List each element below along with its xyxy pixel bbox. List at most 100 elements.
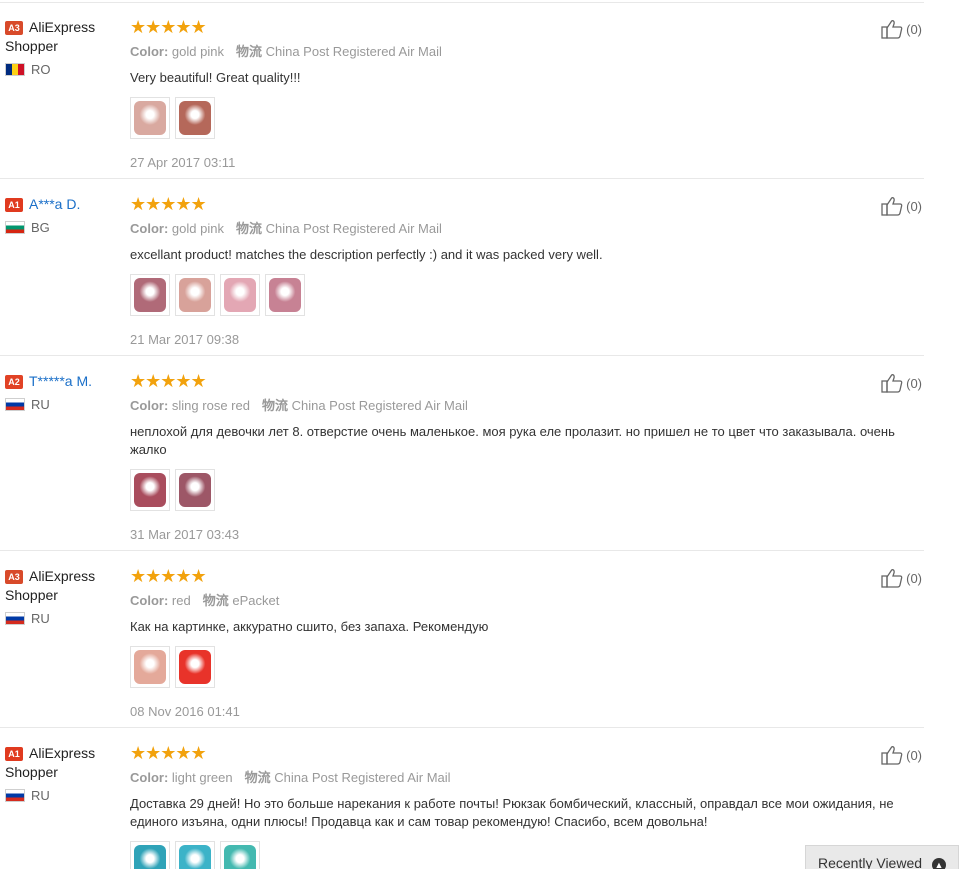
shipping-label: 物流	[235, 44, 262, 59]
color-value: gold pink	[171, 221, 224, 236]
reviewer-name-line: A3 AliExpress Shopper	[5, 18, 125, 56]
order-info: Color: light green 物流 China Post Register…	[130, 770, 910, 786]
review-content: ★★★★★ Color: sling rose red 物流 China Post …	[130, 372, 910, 542]
country-code: RU	[31, 611, 50, 626]
star-rating: ★★★★★	[130, 371, 207, 391]
recently-viewed-label: Recently Viewed	[818, 855, 923, 869]
star-rating: ★★★★★	[130, 743, 207, 763]
helpful-button[interactable]: (0)	[881, 745, 922, 765]
review-photo-thumbnail[interactable]	[130, 841, 170, 869]
review-content: ★★★★★ Color: gold pink 物流 China Post Regis…	[130, 18, 910, 170]
country-code: BG	[31, 220, 50, 235]
shipping-label: 物流	[202, 593, 229, 608]
buyer-level-badge: A1	[5, 747, 23, 761]
review-text: неплохой для девочки лет 8. отверстие оч…	[130, 424, 895, 457]
review-photo-thumbnail[interactable]	[130, 97, 170, 139]
star-rating: ★★★★★	[130, 194, 207, 214]
reviewer-country: RU	[5, 611, 125, 626]
shipping-info: 物流 ePacket	[203, 593, 280, 608]
helpful-button[interactable]: (0)	[881, 19, 922, 39]
review-photos	[130, 274, 910, 316]
helpful-count: (0)	[906, 198, 922, 214]
star-rating: ★★★★★	[130, 566, 207, 586]
country-flag-icon	[5, 63, 25, 76]
review-item: A3 AliExpress Shopper RU ★★★★★ Color: red 物流 …	[0, 551, 924, 728]
review-photos	[130, 469, 910, 511]
country-code: RU	[31, 788, 50, 803]
reviewer-info: A3 AliExpress Shopper RU	[5, 567, 125, 626]
country-flag-icon	[5, 612, 25, 625]
helpful-button[interactable]: (0)	[881, 568, 922, 588]
helpful-count: (0)	[906, 21, 922, 37]
review-photo-thumbnail[interactable]	[220, 841, 260, 869]
color-label: Color:	[130, 770, 169, 785]
country-flag-icon	[5, 398, 25, 411]
thumbs-up-icon[interactable]	[881, 373, 903, 393]
color-label: Color:	[130, 221, 169, 236]
review-photo-thumbnail[interactable]	[130, 469, 170, 511]
reviewer-info: A3 AliExpress Shopper RO	[5, 18, 125, 77]
review-photo-thumbnail[interactable]	[220, 274, 260, 316]
chevron-up-icon[interactable]: ▲	[932, 858, 946, 869]
shipping-method: China Post Registered Air Mail	[265, 221, 442, 236]
thumbs-up-icon[interactable]	[881, 745, 903, 765]
helpful-count: (0)	[906, 570, 922, 586]
country-code: RU	[31, 397, 50, 412]
order-info: Color: sling rose red 物流 China Post Regis…	[130, 398, 910, 414]
country-flag-icon	[5, 221, 25, 234]
reviewer-name[interactable]: A***a D.	[29, 196, 80, 212]
color-label: Color:	[130, 398, 169, 413]
helpful-button[interactable]: (0)	[881, 196, 922, 216]
buyer-level-badge: A3	[5, 21, 23, 35]
review-text: Доставка 29 дней! Но это больше нарекани…	[130, 796, 894, 829]
review-photo-thumbnail[interactable]	[130, 274, 170, 316]
review-text: excellant product! matches the descripti…	[130, 247, 603, 262]
review-date: 08 Nov 2016 01:41	[130, 704, 240, 719]
shipping-label: 物流	[244, 770, 271, 785]
review-item: A1 AliExpress Shopper RU ★★★★★ Color: light …	[0, 728, 924, 869]
color-value: gold pink	[171, 44, 224, 59]
review-text: Very beautiful! Great quality!!!	[130, 70, 301, 85]
review-photo-thumbnail[interactable]	[175, 274, 215, 316]
review-item: A1 A***a D. BG ★★★★★ Color: gold pink 物流 Chin…	[0, 179, 924, 356]
review-photo-thumbnail[interactable]	[175, 97, 215, 139]
review-photo-thumbnail[interactable]	[175, 841, 215, 869]
reviewer-name-line[interactable]: A2 T*****a M.	[5, 372, 125, 391]
order-info: Color: gold pink 物流 China Post Registered…	[130, 44, 910, 60]
shipping-method: China Post Registered Air Mail	[291, 398, 468, 413]
buyer-level-badge: A3	[5, 570, 23, 584]
helpful-count: (0)	[906, 747, 922, 763]
country-flag-icon	[5, 789, 25, 802]
thumbs-up-icon[interactable]	[881, 568, 903, 588]
shipping-label: 物流	[261, 398, 288, 413]
review-date: 31 Mar 2017 03:43	[130, 527, 240, 542]
thumbs-up-icon[interactable]	[881, 196, 903, 216]
reviewer-info: A2 T*****a M. RU	[5, 372, 125, 412]
review-photo-thumbnail[interactable]	[130, 646, 170, 688]
shipping-method: China Post Registered Air Mail	[274, 770, 451, 785]
review-photo-thumbnail[interactable]	[175, 469, 215, 511]
review-date: 21 Mar 2017 09:38	[130, 332, 240, 347]
order-info: Color: red 物流 ePacket	[130, 593, 910, 609]
helpful-button[interactable]: (0)	[881, 373, 922, 393]
color-value: red	[171, 593, 191, 608]
shipping-info: 物流 China Post Registered Air Mail	[262, 398, 468, 413]
buyer-level-badge: A1	[5, 198, 23, 212]
helpful-count: (0)	[906, 375, 922, 391]
review-text: Как на картинке, аккуратно сшито, без за…	[130, 619, 489, 634]
color-value: light green	[171, 770, 233, 785]
shipping-method: ePacket	[232, 593, 280, 608]
reviewer-name-line[interactable]: A1 A***a D.	[5, 195, 125, 214]
review-photo-thumbnail[interactable]	[175, 646, 215, 688]
review-item: A2 T*****a M. RU ★★★★★ Color: sling rose red…	[0, 356, 924, 551]
star-rating: ★★★★★	[130, 17, 207, 37]
recently-viewed-tab[interactable]: Recently Viewed ▲	[805, 845, 959, 869]
review-content: ★★★★★ Color: red 物流 ePacket Как на картинке…	[130, 567, 910, 719]
shipping-info: 物流 China Post Registered Air Mail	[245, 770, 451, 785]
reviewer-name[interactable]: T*****a M.	[29, 373, 92, 389]
reviewer-info: A1 A***a D. BG	[5, 195, 125, 235]
reviewer-name-line: A1 AliExpress Shopper	[5, 744, 125, 782]
review-photo-thumbnail[interactable]	[265, 274, 305, 316]
color-label: Color:	[130, 593, 169, 608]
thumbs-up-icon[interactable]	[881, 19, 903, 39]
